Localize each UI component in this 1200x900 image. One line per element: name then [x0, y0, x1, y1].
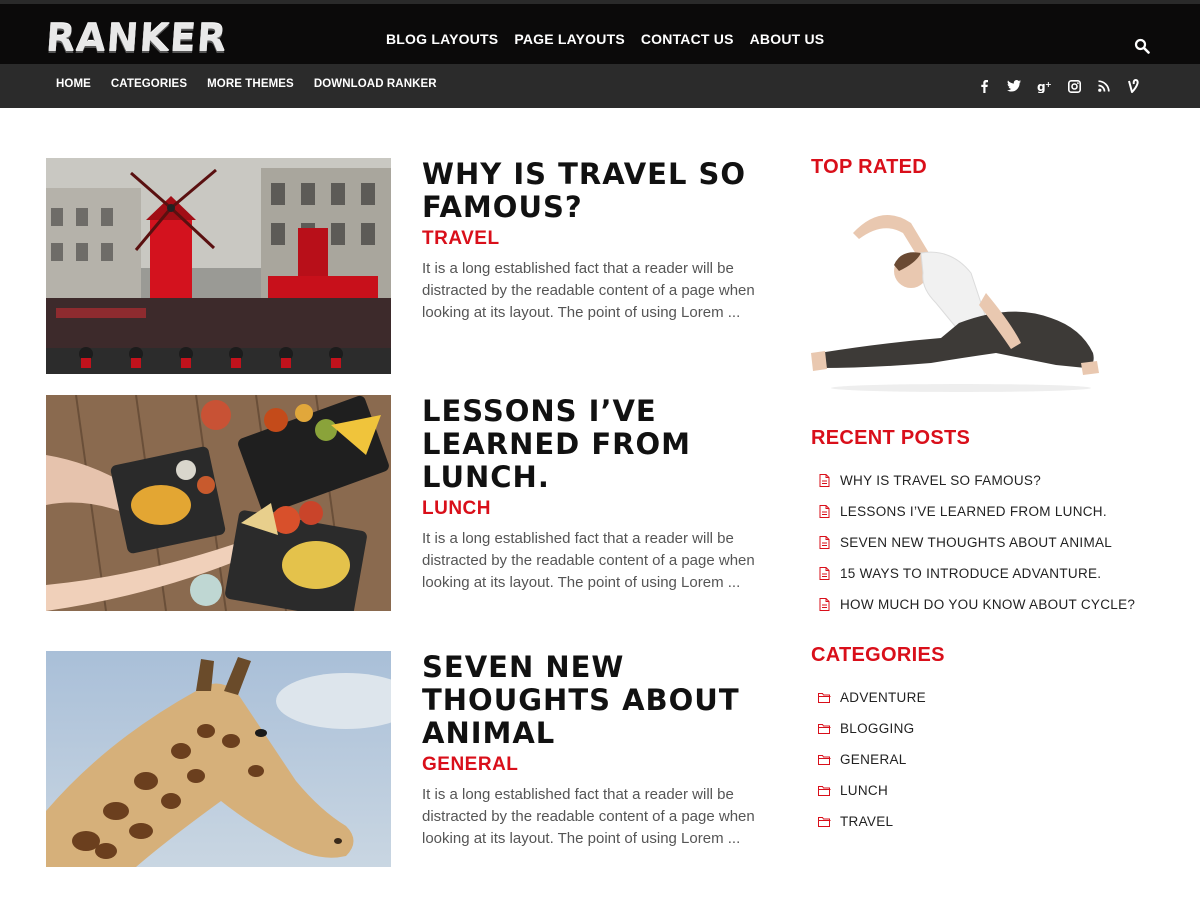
- categories-list: ADVENTURE BLOGGING GENERAL LUNCH TRAVEL: [811, 682, 1151, 837]
- post-category[interactable]: TRAVEL: [422, 228, 766, 250]
- document-icon: [817, 567, 831, 581]
- category-link[interactable]: LUNCH: [840, 783, 888, 798]
- post-body: LESSONS I’VE LEARNED FROM LUNCH. LUNCH I…: [422, 395, 766, 594]
- post-excerpt: It is a long established fact that a rea…: [422, 260, 755, 321]
- post-card: SEVEN NEW THOUGHTS ABOUT ANIMAL GENERAL …: [46, 651, 766, 867]
- vine-icon[interactable]: [1126, 77, 1142, 95]
- document-icon: [817, 598, 831, 612]
- sidebar: TOP RATED RECENT POSTS WHY IS TRAVEL SO …: [811, 156, 1151, 837]
- post-title[interactable]: LESSONS I’VE LEARNED FROM LUNCH.: [422, 395, 766, 494]
- twitter-icon[interactable]: [1006, 77, 1022, 95]
- post-card: WHY IS TRAVEL SO FAMOUS? TRAVEL It is a …: [46, 158, 766, 374]
- post-thumbnail-giraffe[interactable]: [46, 651, 391, 867]
- post-excerpt: It is a long established fact that a rea…: [422, 530, 755, 591]
- main-nav: BLOG LAYOUTS PAGE LAYOUTS CONTACT US ABO…: [386, 31, 824, 47]
- category-link[interactable]: TRAVEL: [840, 814, 893, 829]
- secondary-nav-bar: HOME CATEGORIES MORE THEMES DOWNLOAD RAN…: [0, 64, 1200, 108]
- document-icon: [817, 536, 831, 550]
- subnav-categories[interactable]: CATEGORIES: [111, 78, 187, 90]
- list-item[interactable]: WHY IS TRAVEL SO FAMOUS?: [811, 465, 1151, 496]
- post-category[interactable]: LUNCH: [422, 498, 766, 520]
- search-icon[interactable]: [1134, 38, 1150, 54]
- subnav-download-ranker[interactable]: DOWNLOAD RANKER: [314, 78, 437, 90]
- post-thumbnail-moulin-rouge[interactable]: [46, 158, 391, 374]
- list-item[interactable]: 15 WAYS TO INTRODUCE ADVANTURE.: [811, 558, 1151, 589]
- recent-post-link[interactable]: SEVEN NEW THOUGHTS ABOUT ANIMAL: [840, 535, 1112, 550]
- document-icon: [817, 505, 831, 519]
- category-link[interactable]: BLOGGING: [840, 721, 914, 736]
- post-body: SEVEN NEW THOUGHTS ABOUT ANIMAL GENERAL …: [422, 651, 766, 850]
- list-item[interactable]: SEVEN NEW THOUGHTS ABOUT ANIMAL: [811, 527, 1151, 558]
- list-item[interactable]: GENERAL: [811, 744, 1151, 775]
- folder-icon: [817, 753, 831, 767]
- folder-icon: [817, 722, 831, 736]
- folder-icon: [817, 691, 831, 705]
- post-category[interactable]: GENERAL: [422, 754, 766, 776]
- post-body: WHY IS TRAVEL SO FAMOUS? TRAVEL It is a …: [422, 158, 766, 324]
- top-rated-title: TOP RATED: [811, 156, 928, 178]
- google-plus-icon[interactable]: g +: [1036, 77, 1052, 95]
- list-item[interactable]: BLOGGING: [811, 713, 1151, 744]
- list-item[interactable]: ADVENTURE: [811, 682, 1151, 713]
- nav-contact-us[interactable]: CONTACT US: [641, 31, 734, 47]
- post-card: LESSONS I’VE LEARNED FROM LUNCH. LUNCH I…: [46, 395, 766, 611]
- folder-icon: [817, 784, 831, 798]
- category-link[interactable]: GENERAL: [840, 752, 907, 767]
- site-header: RANKER BLOG LAYOUTS PAGE LAYOUTS CONTACT…: [0, 0, 1200, 64]
- list-item[interactable]: TRAVEL: [811, 806, 1151, 837]
- recent-post-link[interactable]: 15 WAYS TO INTRODUCE ADVANTURE.: [840, 566, 1101, 581]
- categories-title: CATEGORIES: [811, 644, 945, 666]
- nav-about-us[interactable]: ABOUT US: [750, 31, 825, 47]
- list-item[interactable]: HOW MUCH DO YOU KNOW ABOUT CYCLE?: [811, 589, 1151, 620]
- recent-post-link[interactable]: LESSONS I’VE LEARNED FROM LUNCH.: [840, 504, 1107, 519]
- nav-blog-layouts[interactable]: BLOG LAYOUTS: [386, 31, 498, 47]
- recent-post-link[interactable]: WHY IS TRAVEL SO FAMOUS?: [840, 473, 1041, 488]
- site-logo[interactable]: RANKER: [44, 16, 228, 60]
- secondary-nav: HOME CATEGORIES MORE THEMES DOWNLOAD RAN…: [56, 78, 437, 90]
- recent-posts-title: RECENT POSTS: [811, 427, 971, 449]
- subnav-more-themes[interactable]: MORE THEMES: [207, 78, 294, 90]
- subnav-home[interactable]: HOME: [56, 78, 91, 90]
- list-item[interactable]: LUNCH: [811, 775, 1151, 806]
- recent-post-link[interactable]: HOW MUCH DO YOU KNOW ABOUT CYCLE?: [840, 597, 1135, 612]
- instagram-icon[interactable]: [1066, 77, 1082, 95]
- post-title[interactable]: WHY IS TRAVEL SO FAMOUS?: [422, 158, 766, 224]
- folder-icon: [817, 815, 831, 829]
- post-title[interactable]: SEVEN NEW THOUGHTS ABOUT ANIMAL: [422, 651, 766, 750]
- recent-posts-list: WHY IS TRAVEL SO FAMOUS? LESSONS I’VE LE…: [811, 465, 1151, 620]
- svg-text:+: +: [1045, 80, 1052, 89]
- nav-page-layouts[interactable]: PAGE LAYOUTS: [514, 31, 625, 47]
- post-excerpt: It is a long established fact that a rea…: [422, 786, 755, 847]
- facebook-icon[interactable]: [976, 77, 992, 95]
- top-rated-image-yoga[interactable]: [811, 193, 1101, 393]
- rss-icon[interactable]: [1096, 77, 1112, 95]
- social-links: g +: [976, 77, 1142, 95]
- list-item[interactable]: LESSONS I’VE LEARNED FROM LUNCH.: [811, 496, 1151, 527]
- document-icon: [817, 474, 831, 488]
- category-link[interactable]: ADVENTURE: [840, 690, 926, 705]
- post-thumbnail-lunch[interactable]: [46, 395, 391, 611]
